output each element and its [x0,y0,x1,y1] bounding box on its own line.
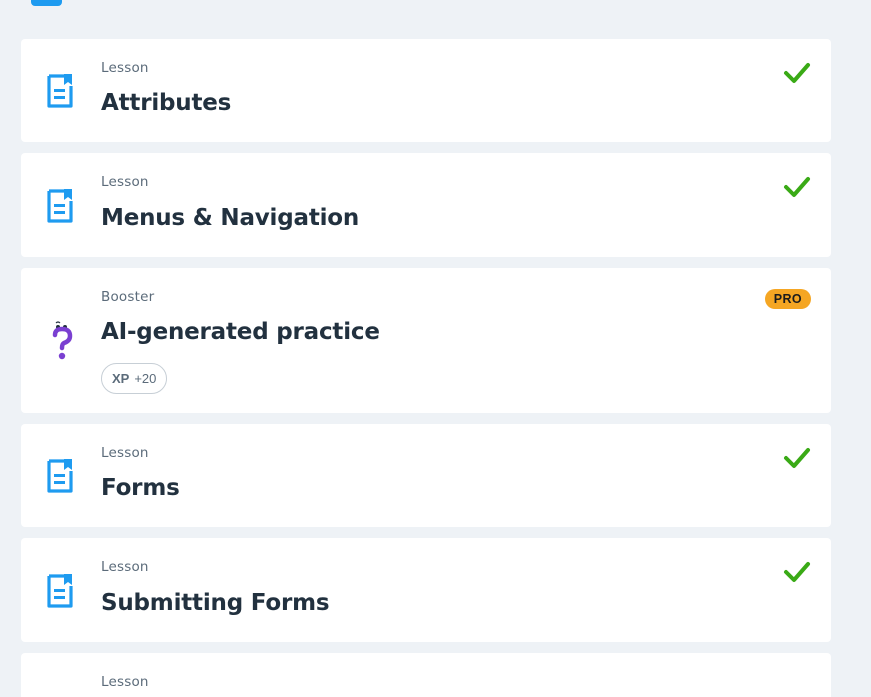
lesson-card[interactable]: Lesson Submitting Forms [21,538,831,642]
item-title: Forms [101,475,180,501]
item-title: Submitting Forms [101,590,330,616]
xp-label: XP [112,371,130,386]
lesson-document-icon [47,74,73,108]
lesson-document-icon [47,459,73,493]
booster-card[interactable]: Booster AI-generated practice PRO XP +20 [21,268,831,413]
item-type-label: Booster [101,289,155,305]
learning-path-page: Lesson Attributes Lesson Menus & Navigat… [0,0,871,697]
check-icon [784,63,810,83]
folder-icon [31,0,62,6]
item-title: Attributes [101,90,232,116]
check-icon [784,448,810,468]
lesson-document-icon [47,189,73,223]
lesson-card[interactable]: Lesson Forms [21,424,831,527]
item-title: AI-generated practice [101,319,380,345]
lesson-card[interactable]: Lesson Menus & Navigation [21,153,831,257]
check-icon [784,177,810,197]
item-title: Menus & Navigation [101,205,360,231]
pro-badge: PRO [764,289,811,309]
question-mascot-icon [52,321,73,360]
lesson-card[interactable]: Lesson Attributes [21,39,831,142]
check-icon [784,562,810,582]
lesson-card[interactable]: Lesson [21,653,831,697]
item-type-label: Lesson [101,559,149,575]
item-type-label: Lesson [101,674,149,690]
item-type-label: Lesson [101,60,149,76]
item-type-label: Lesson [101,445,149,461]
lesson-document-icon [47,574,73,608]
xp-points: +20 [134,371,157,386]
item-type-label: Lesson [101,174,149,190]
xp-reward-pill: XP +20 [101,363,168,394]
